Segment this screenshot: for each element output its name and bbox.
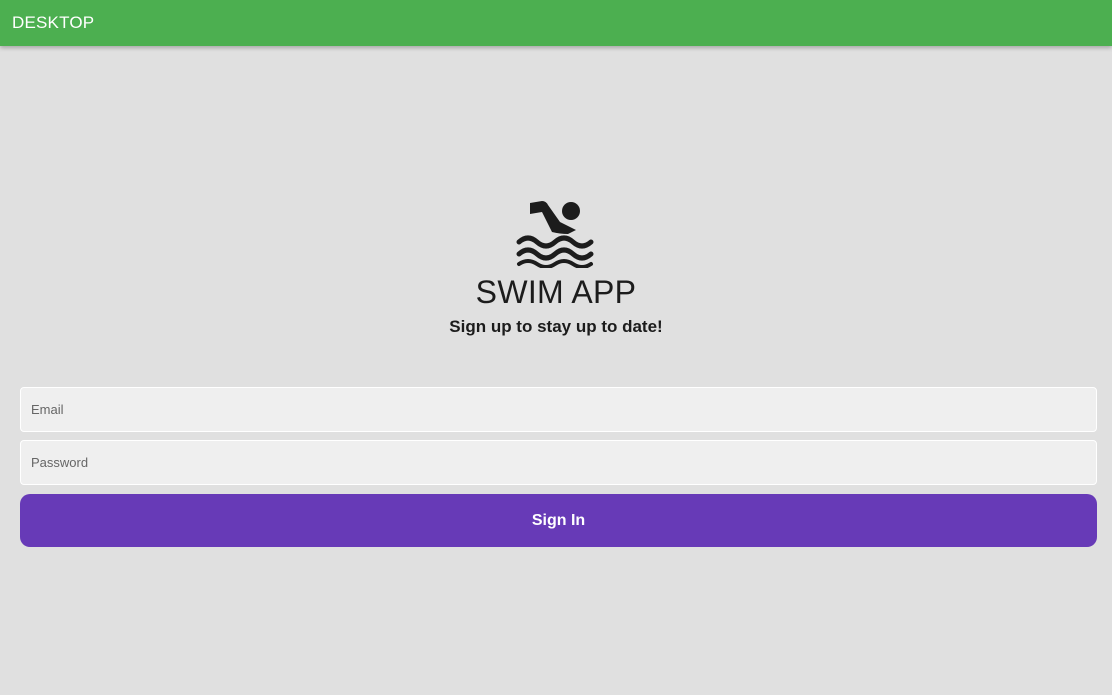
email-input[interactable] [21,388,1096,431]
hero: SWIM APP Sign up to stay up to date! [0,196,1112,338]
password-field-container [20,440,1097,485]
app-bar-title: DESKTOP [12,13,95,32]
app-subtitle: Sign up to stay up to date! [449,317,663,336]
email-field-container [20,387,1097,432]
password-input[interactable] [21,441,1096,484]
sign-in-button[interactable]: Sign In [20,494,1097,547]
app-bar: DESKTOP [0,0,1112,46]
app-title: SWIM APP [475,274,637,310]
swimmer-icon [516,201,594,268]
